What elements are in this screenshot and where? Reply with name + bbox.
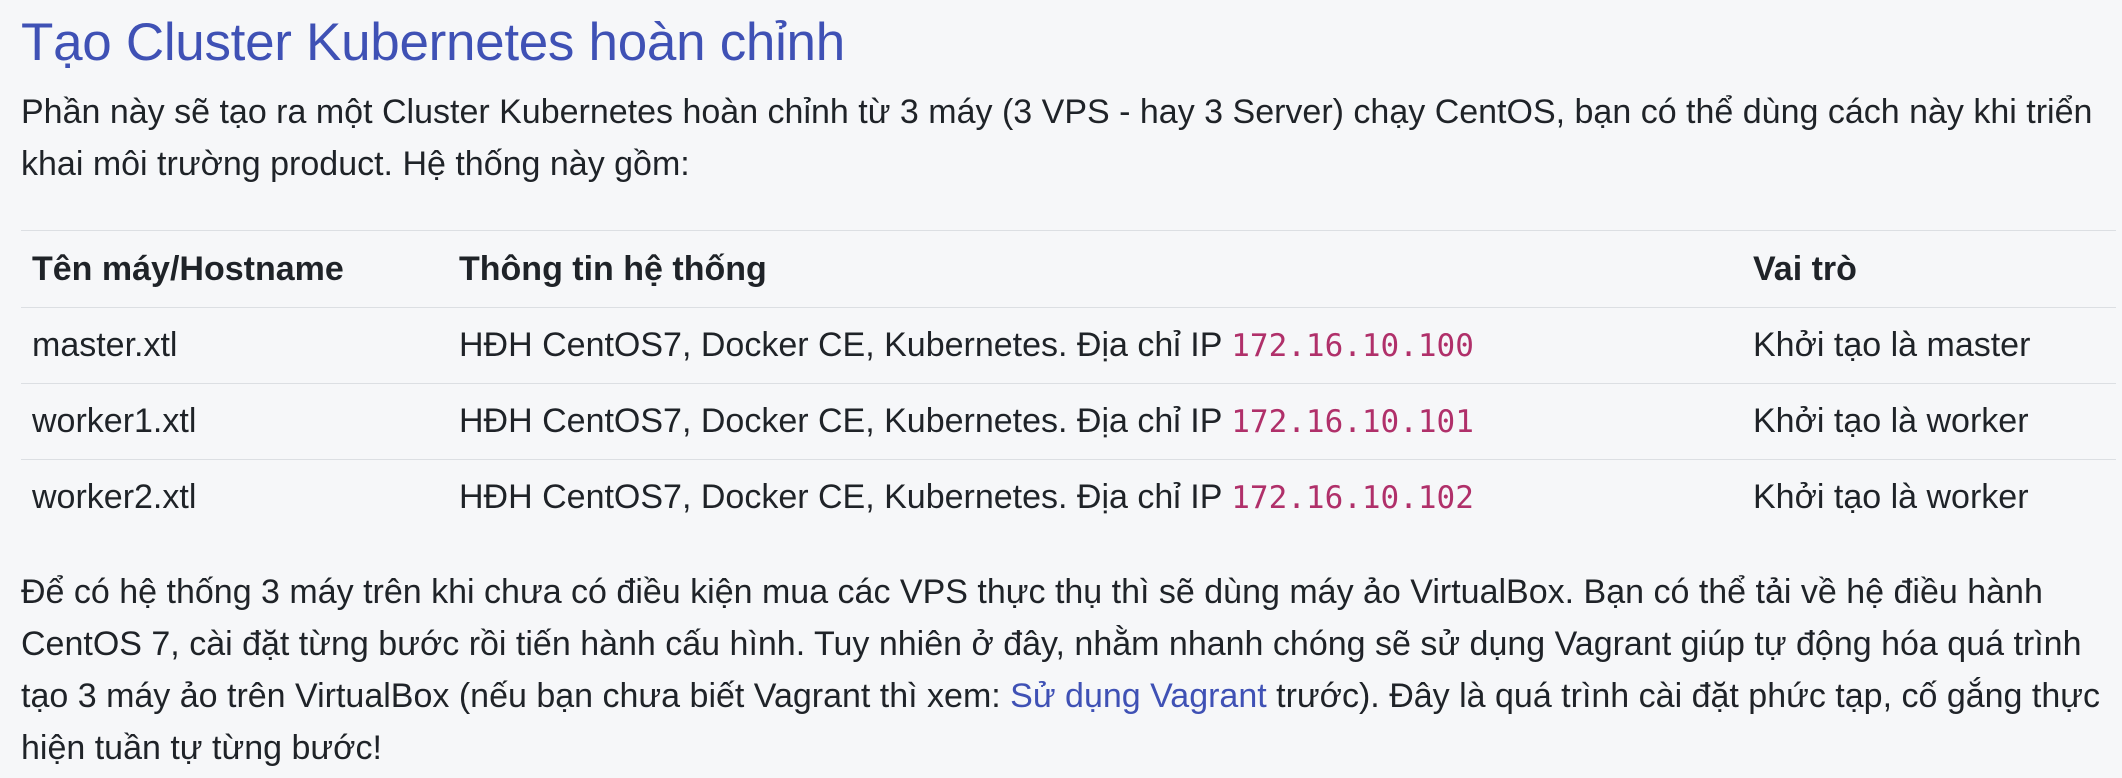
system-info-text: HĐH CentOS7, Docker CE, Kubernetes. Địa … [459,478,1232,516]
table-row: worker2.xtl HĐH CentOS7, Docker CE, Kube… [21,459,2116,535]
column-header-hostname: Tên máy/Hostname [21,230,448,308]
role-cell: Khởi tạo là master [1742,307,2116,384]
vagrant-guide-link[interactable]: Sử dụng Vagrant [1010,677,1267,715]
table-row: master.xtl HĐH CentOS7, Docker CE, Kuber… [21,307,2116,384]
ip-address-code: 172.16.10.101 [1231,404,1474,440]
system-info-cell: HĐH CentOS7, Docker CE, Kubernetes. Địa … [448,383,1742,460]
role-cell: Khởi tạo là worker [1742,459,2116,535]
column-header-system-info: Thông tin hệ thống [448,230,1742,308]
role-cell: Khởi tạo là worker [1742,383,2116,460]
outro-paragraph: Để có hệ thống 3 máy trên khi chưa có đi… [21,566,2116,774]
system-info-cell: HĐH CentOS7, Docker CE, Kubernetes. Địa … [448,459,1742,535]
ip-address-code: 172.16.10.100 [1231,328,1474,364]
section-heading: Tạo Cluster Kubernetes hoàn chỉnh [21,13,845,72]
intro-paragraph: Phần này sẽ tạo ra một Cluster Kubernete… [21,93,2093,183]
system-info-text: HĐH CentOS7, Docker CE, Kubernetes. Địa … [459,402,1232,440]
column-header-role: Vai trò [1742,230,2116,308]
article-content: Tạo Cluster Kubernetes hoàn chỉnh Phần n… [21,0,2116,774]
system-info-cell: HĐH CentOS7, Docker CE, Kubernetes. Địa … [448,307,1742,384]
hostname-cell: worker2.xtl [21,459,448,535]
ip-address-code: 172.16.10.102 [1231,480,1474,516]
table-row: worker1.xtl HĐH CentOS7, Docker CE, Kube… [21,383,2116,460]
table-header-row: Tên máy/Hostname Thông tin hệ thống Vai … [21,230,2116,308]
hostname-cell: master.xtl [21,307,448,384]
hostname-cell: worker1.xtl [21,383,448,460]
system-info-text: HĐH CentOS7, Docker CE, Kubernetes. Địa … [459,326,1232,364]
hosts-table: Tên máy/Hostname Thông tin hệ thống Vai … [21,230,2116,535]
